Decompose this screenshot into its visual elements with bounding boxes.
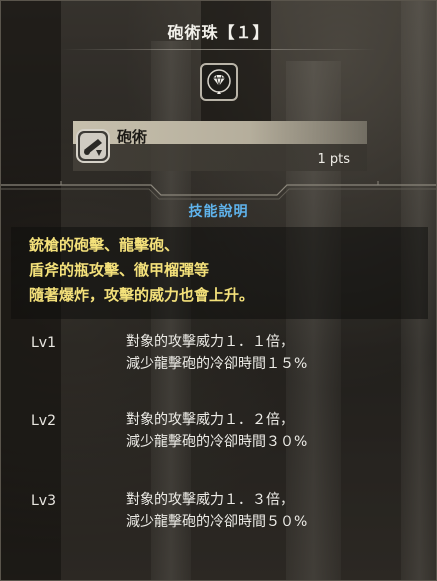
level-label: Lv2: [31, 413, 56, 429]
level-effect-line: 減少龍擊砲的冷卻時間１５%: [126, 356, 308, 372]
level-row-1: Lv1 對象的攻擊威力１．１倍， 減少龍擊砲的冷卻時間１５%: [11, 331, 428, 381]
level-effect: 對象的攻擊威力１．１倍， 減少龍擊砲的冷卻時間１５%: [126, 331, 307, 375]
level-label: Lv3: [31, 493, 56, 509]
level-effect-line: 對象的攻擊威力１．３倍，: [126, 492, 294, 508]
level-effect-line: 對象的攻擊威力１．２倍，: [126, 412, 294, 428]
level-label: Lv1: [31, 335, 56, 351]
description-heading: 技能說明: [188, 204, 249, 220]
skill-detail-window: 砲術珠【１】 砲術 1 pts 技能說明 銃槍的砲擊、龍擊砲、 盾斧的瓶攻擊、徹…: [0, 0, 437, 581]
title-divider: [61, 49, 376, 50]
level-row-3: Lv3 對象的攻擊威力１．３倍， 減少龍擊砲的冷卻時間５０%: [11, 489, 428, 539]
skill-points: 1 pts: [317, 152, 350, 167]
description-line: 銃槍的砲擊、龍擊砲、: [29, 236, 180, 254]
jewel-gem-icon: [200, 63, 238, 101]
level-effect: 對象的攻擊威力１．２倍， 減少龍擊砲的冷卻時間３０%: [126, 409, 307, 453]
level-effect: 對象的攻擊威力１．３倍， 減少龍擊砲的冷卻時間５０%: [126, 489, 307, 533]
level-effect-line: 對象的攻擊威力１．１倍，: [126, 334, 294, 350]
skill-name: 砲術: [117, 128, 148, 146]
level-row-2: Lv2 對象的攻擊威力１．２倍， 減少龍擊砲的冷卻時間３０%: [11, 409, 428, 459]
level-effect-line: 減少龍擊砲的冷卻時間５０%: [126, 514, 308, 530]
page-title: 砲術珠【１】: [167, 23, 270, 42]
cannon-skill-icon: [76, 129, 110, 163]
description-line: 盾斧的瓶攻擊、徹甲榴彈等: [29, 261, 210, 279]
level-effect-line: 減少龍擊砲的冷卻時間３０%: [126, 434, 308, 450]
description-line: 隨著爆炸，攻擊的威力也會上升。: [29, 286, 255, 304]
skill-description: 銃槍的砲擊、龍擊砲、 盾斧的瓶攻擊、徹甲榴彈等 隨著爆炸，攻擊的威力也會上升。: [29, 233, 254, 308]
